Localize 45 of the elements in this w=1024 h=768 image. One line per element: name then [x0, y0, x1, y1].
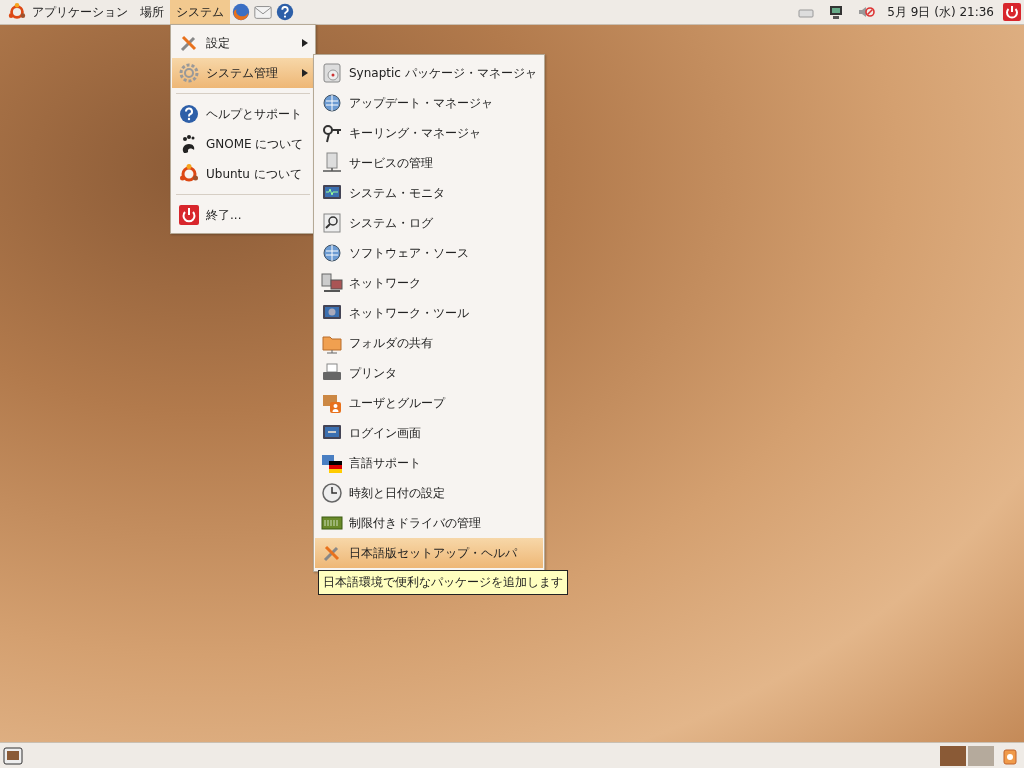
- show-desktop-icon[interactable]: [3, 745, 23, 766]
- menu-item[interactable]: 制限付きドライバの管理: [315, 508, 543, 538]
- panel-menu[interactable]: アプリケーション: [0, 0, 134, 24]
- globe-icon: [321, 92, 343, 114]
- menu-item[interactable]: フォルダの共有: [315, 328, 543, 358]
- magnifier-icon: [321, 212, 343, 234]
- menu-item[interactable]: プリンタ: [315, 358, 543, 388]
- menu-item[interactable]: システム管理: [172, 58, 314, 88]
- menu-item[interactable]: GNOME について: [172, 129, 314, 159]
- power-icon: [178, 204, 200, 226]
- gear-icon: [178, 62, 200, 84]
- clock[interactable]: 5月 9日 (水) 21:36: [881, 3, 1000, 21]
- menu-item[interactable]: ネットワーク: [315, 268, 543, 298]
- menu-item[interactable]: システム・ログ: [315, 208, 543, 238]
- panel-menu[interactable]: システム: [170, 0, 230, 24]
- menu-item[interactable]: キーリング・マネージャ: [315, 118, 543, 148]
- menu-item[interactable]: Ubuntu について: [172, 159, 314, 189]
- help-icon[interactable]: [275, 2, 295, 22]
- clock-icon: [321, 482, 343, 504]
- muted-speaker-icon[interactable]: [857, 4, 876, 20]
- menu-item[interactable]: ユーザとグループ: [315, 388, 543, 418]
- help-icon: [178, 103, 200, 125]
- power-icon[interactable]: [1002, 2, 1022, 22]
- key-icon: [321, 122, 343, 144]
- network-icon: [321, 272, 343, 294]
- menu-item[interactable]: 設定: [172, 28, 314, 58]
- menu-item[interactable]: 日本語版セットアップ・ヘルパ: [315, 538, 543, 568]
- user-icon: [321, 392, 343, 414]
- menu-item[interactable]: Synaptic パッケージ・マネージャ: [315, 58, 543, 88]
- menu-item[interactable]: 時刻と日付の設定: [315, 478, 543, 508]
- menu-item[interactable]: サービスの管理: [315, 148, 543, 178]
- workspace[interactable]: [940, 745, 966, 766]
- menu-item[interactable]: システム・モニタ: [315, 178, 543, 208]
- menu-item[interactable]: ソフトウェア・ソース: [315, 238, 543, 268]
- tooltip: 日本語環境で便利なパッケージを追加します: [318, 570, 568, 595]
- flag-icon: [321, 452, 343, 474]
- panel-menu[interactable]: 場所: [134, 0, 170, 24]
- server-icon: [321, 152, 343, 174]
- menu-item[interactable]: 終了...: [172, 200, 314, 230]
- menu-item[interactable]: ヘルプとサポート: [172, 99, 314, 129]
- globe-icon: [321, 242, 343, 264]
- menu-item[interactable]: アップデート・マネージャ: [315, 88, 543, 118]
- menu-item[interactable]: 言語サポート: [315, 448, 543, 478]
- menu-item[interactable]: ネットワーク・ツール: [315, 298, 543, 328]
- menu-item[interactable]: ログイン画面: [315, 418, 543, 448]
